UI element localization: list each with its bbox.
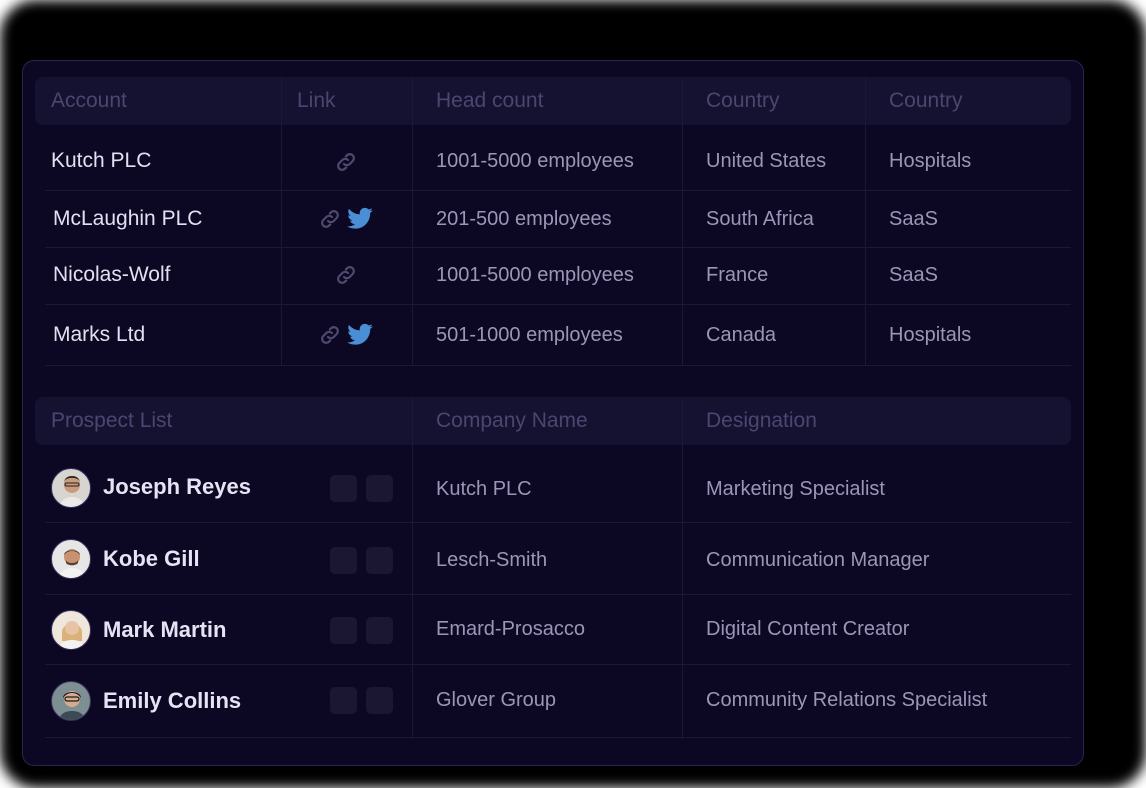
tables-panel: Account Link Head count Country Country … xyxy=(22,60,1084,766)
designation: Digital Content Creator xyxy=(706,618,910,640)
avatar xyxy=(51,468,91,508)
link-icon[interactable] xyxy=(334,150,358,174)
company-name: Kutch PLC xyxy=(436,478,532,500)
col-header-industry[interactable]: Country xyxy=(889,77,963,125)
designation: Marketing Specialist xyxy=(706,478,885,500)
col-header-link[interactable]: Link xyxy=(297,77,336,125)
link-icon[interactable] xyxy=(318,207,342,231)
action-placeholder[interactable] xyxy=(366,687,393,714)
col-header-head-count[interactable]: Head count xyxy=(436,77,543,125)
prospect-name[interactable]: Mark Martin xyxy=(103,616,226,644)
col-header-designation[interactable]: Designation xyxy=(706,397,817,445)
company-name: Emard-Prosacco xyxy=(436,618,585,640)
action-placeholder[interactable] xyxy=(366,475,393,502)
industry: SaaS xyxy=(889,208,938,230)
avatar xyxy=(51,539,91,579)
prospect-name[interactable]: Kobe Gill xyxy=(103,545,200,573)
company-name: Lesch-Smith xyxy=(436,549,548,571)
country: South Africa xyxy=(706,208,814,230)
col-header-prospect-list[interactable]: Prospect List xyxy=(51,397,172,445)
country: France xyxy=(706,264,769,286)
company-name: Glover Group xyxy=(436,689,557,711)
industry: SaaS xyxy=(889,264,938,286)
action-placeholder[interactable] xyxy=(366,547,393,574)
head-count: 501-1000 employees xyxy=(436,324,623,346)
country: Canada xyxy=(706,324,777,346)
action-placeholder[interactable] xyxy=(330,687,357,714)
link-icon[interactable] xyxy=(318,323,342,347)
avatar xyxy=(51,681,91,721)
avatar xyxy=(51,610,91,650)
account-name[interactable]: Kutch PLC xyxy=(51,147,151,175)
account-name[interactable]: McLaughin PLC xyxy=(53,205,202,233)
prospect-name[interactable]: Emily Collins xyxy=(103,687,241,715)
action-placeholder[interactable] xyxy=(330,547,357,574)
designation: Community Relations Specialist xyxy=(706,689,988,711)
col-header-account[interactable]: Account xyxy=(51,77,127,125)
col-header-company-name[interactable]: Company Name xyxy=(436,397,588,445)
twitter-icon[interactable] xyxy=(345,321,375,349)
head-count: 1001-5000 employees xyxy=(436,150,634,172)
designation: Communication Manager xyxy=(706,549,930,571)
industry: Hospitals xyxy=(889,324,972,346)
country: United States xyxy=(706,150,827,172)
head-count: 201-500 employees xyxy=(436,208,612,230)
prospect-name[interactable]: Joseph Reyes xyxy=(103,473,251,501)
head-count: 1001-5000 employees xyxy=(436,264,634,286)
account-name[interactable]: Nicolas-Wolf xyxy=(53,261,170,289)
action-placeholder[interactable] xyxy=(366,617,393,644)
account-name[interactable]: Marks Ltd xyxy=(53,321,145,349)
industry: Hospitals xyxy=(889,150,972,172)
col-header-country[interactable]: Country xyxy=(706,77,780,125)
action-placeholder[interactable] xyxy=(330,475,357,502)
action-placeholder[interactable] xyxy=(330,617,357,644)
link-icon[interactable] xyxy=(334,263,358,287)
twitter-icon[interactable] xyxy=(345,205,375,233)
